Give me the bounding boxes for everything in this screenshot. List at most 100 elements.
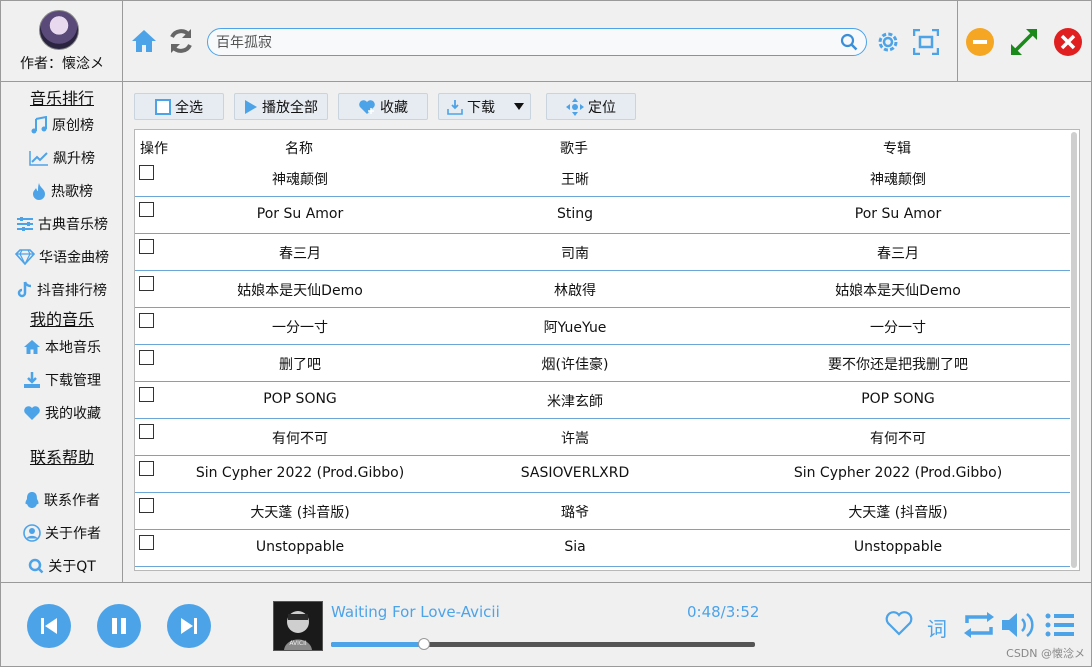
song-album: 要不你还是把我删了吧 bbox=[828, 357, 968, 373]
playlist-icon[interactable] bbox=[1045, 613, 1075, 641]
sidebar-item-rising[interactable]: 飙升榜 bbox=[1, 146, 123, 170]
row-checkbox[interactable] bbox=[139, 165, 154, 180]
repeat-icon[interactable] bbox=[963, 611, 995, 643]
row-checkbox[interactable] bbox=[139, 424, 154, 439]
table-row[interactable]: 有何不可 许嵩 有何不可 bbox=[135, 419, 1070, 456]
now-playing-title: Waiting For Love-Avicii bbox=[331, 603, 500, 621]
diamond-icon bbox=[15, 249, 35, 265]
row-checkbox[interactable] bbox=[139, 202, 154, 217]
song-artist: 米津玄師 bbox=[547, 394, 603, 410]
sidebar-item-hot[interactable]: 热歌榜 bbox=[1, 179, 123, 203]
row-checkbox[interactable] bbox=[139, 276, 154, 291]
row-checkbox[interactable] bbox=[139, 313, 154, 328]
sidebar-item-favorites[interactable]: 我的收藏 bbox=[1, 401, 123, 425]
refresh-icon[interactable] bbox=[167, 27, 195, 59]
pause-icon bbox=[112, 618, 126, 634]
sidebar-item-original[interactable]: 原创榜 bbox=[1, 113, 123, 137]
sidebar-item-classical[interactable]: 古典音乐榜 bbox=[1, 212, 123, 236]
song-album: 神魂颠倒 bbox=[870, 172, 926, 188]
avatar[interactable] bbox=[39, 10, 79, 50]
sidebar-item-label: 华语金曲榜 bbox=[39, 250, 109, 266]
sidebar-item-about-author[interactable]: 关于作者 bbox=[1, 521, 123, 545]
select-all-button[interactable]: 全选 bbox=[134, 93, 224, 120]
header-name: 名称 bbox=[285, 141, 313, 157]
volume-icon[interactable] bbox=[1001, 611, 1037, 643]
search-input[interactable] bbox=[216, 33, 826, 53]
album-cover[interactable]: AVICII bbox=[273, 601, 323, 651]
next-button[interactable] bbox=[167, 604, 211, 648]
sidebar-item-local[interactable]: 本地音乐 bbox=[1, 335, 123, 359]
song-album: 一分一寸 bbox=[870, 320, 926, 336]
watermark-text: CSDN @懐淰メ bbox=[1006, 647, 1085, 660]
gear-icon[interactable] bbox=[875, 29, 901, 59]
scrollbar-thumb[interactable] bbox=[1071, 132, 1077, 568]
window-controls bbox=[958, 1, 1092, 82]
sidebar-item-label: 联系作者 bbox=[44, 493, 100, 509]
locate-button[interactable]: 定位 bbox=[546, 93, 636, 120]
progress-handle[interactable] bbox=[418, 638, 431, 650]
row-checkbox[interactable] bbox=[139, 239, 154, 254]
heart-plus-icon bbox=[359, 99, 375, 114]
table-row[interactable]: 删了吧 烟(许佳豪) 要不你还是把我删了吧 bbox=[135, 345, 1070, 382]
table-row[interactable]: 姑娘本是天仙Demo 林啟得 姑娘本是天仙Demo bbox=[135, 271, 1070, 308]
home-icon[interactable] bbox=[131, 29, 157, 57]
progress-bar[interactable] bbox=[331, 638, 755, 650]
table-scrollbar[interactable] bbox=[1071, 132, 1077, 568]
sidebar-item-label: 原创榜 bbox=[52, 118, 94, 134]
crosshair-icon bbox=[566, 97, 584, 116]
download-label: 下载 bbox=[467, 99, 495, 116]
song-album: 姑娘本是天仙Demo bbox=[835, 283, 961, 299]
like-icon[interactable] bbox=[885, 610, 913, 640]
song-album: 大天蓬 (抖音版) bbox=[848, 505, 948, 521]
sidebar-section-my-music[interactable]: 我的音乐 bbox=[1, 306, 123, 330]
favorite-label: 收藏 bbox=[380, 99, 408, 116]
table-row[interactable]: Sin Cypher 2022 (Prod.Gibbo) SASIOVERLXR… bbox=[135, 456, 1070, 493]
screenshot-icon[interactable] bbox=[912, 28, 940, 59]
header: 作者：懐淰メ bbox=[1, 1, 1092, 82]
table-row[interactable]: 神魂颠倒 王晰 神魂颠倒 bbox=[135, 160, 1070, 197]
song-album: 春三月 bbox=[877, 246, 919, 262]
minimize-icon[interactable] bbox=[965, 27, 995, 61]
maximize-icon[interactable] bbox=[1008, 26, 1040, 62]
sidebar-item-chinese-gold[interactable]: 华语金曲榜 bbox=[1, 245, 123, 269]
sidebar-item-douyin[interactable]: 抖音排行榜 bbox=[1, 278, 123, 302]
sidebar-section-help[interactable]: 联系帮助 bbox=[1, 444, 123, 468]
previous-button[interactable] bbox=[27, 604, 71, 648]
row-checkbox[interactable] bbox=[139, 350, 154, 365]
row-checkbox[interactable] bbox=[139, 387, 154, 402]
skip-back-icon bbox=[41, 618, 57, 634]
favorite-button[interactable]: 收藏 bbox=[338, 93, 428, 120]
lyrics-button[interactable]: 词 bbox=[927, 613, 947, 642]
search-icon[interactable] bbox=[840, 33, 858, 55]
song-name: 删了吧 bbox=[279, 357, 321, 373]
table-row[interactable]: 大天蓬 (抖音版) 璐爷 大天蓬 (抖音版) bbox=[135, 493, 1070, 530]
sidebar-item-downloads[interactable]: 下载管理 bbox=[1, 368, 123, 392]
row-checkbox[interactable] bbox=[139, 535, 154, 550]
sidebar-item-label: 关于QT bbox=[48, 559, 96, 575]
song-album: POP SONG bbox=[861, 391, 935, 407]
song-artist: 许嵩 bbox=[561, 431, 589, 447]
table-header: 操作 名称 歌手 专辑 bbox=[135, 130, 1079, 162]
pause-button[interactable] bbox=[97, 604, 141, 648]
download-button[interactable]: 下载 bbox=[438, 93, 531, 120]
search-bar bbox=[207, 28, 867, 56]
sidebar-item-about-qt[interactable]: 关于QT bbox=[1, 554, 123, 578]
chevron-down-icon[interactable] bbox=[514, 103, 524, 111]
row-checkbox[interactable] bbox=[139, 498, 154, 513]
table-row[interactable]: POP SONG 米津玄師 POP SONG bbox=[135, 382, 1070, 419]
checkbox-icon bbox=[155, 98, 171, 115]
table-row[interactable]: Unstoppable Sia Unstoppable bbox=[135, 530, 1070, 567]
heart-icon bbox=[24, 406, 40, 420]
close-icon[interactable] bbox=[1053, 27, 1083, 61]
play-all-button[interactable]: 播放全部 bbox=[234, 93, 328, 120]
sidebar-section-rank[interactable]: 音乐排行 bbox=[1, 85, 123, 109]
sidebar-item-label: 飙升榜 bbox=[53, 151, 95, 167]
table-row[interactable]: 一分一寸 阿YueYue 一分一寸 bbox=[135, 308, 1070, 345]
row-checkbox[interactable] bbox=[139, 461, 154, 476]
song-name: Sin Cypher 2022 (Prod.Gibbo) bbox=[195, 465, 405, 481]
table-row[interactable]: 春三月 司南 春三月 bbox=[135, 234, 1070, 271]
progress-fill bbox=[331, 642, 425, 647]
sidebar-item-contact[interactable]: 联系作者 bbox=[1, 488, 123, 512]
sidebar-item-label: 我的收藏 bbox=[45, 406, 101, 422]
table-row[interactable]: Por Su Amor Sting Por Su Amor bbox=[135, 197, 1070, 234]
